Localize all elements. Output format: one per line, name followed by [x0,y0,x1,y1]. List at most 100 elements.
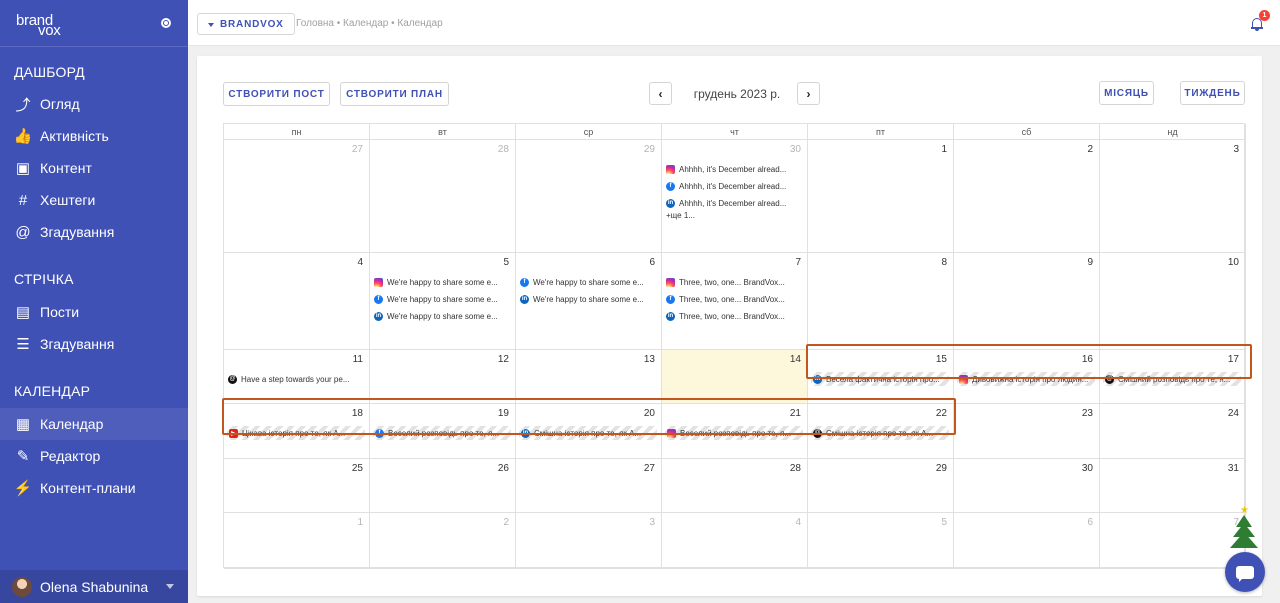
calendar-day-cell[interactable]: 23 [954,404,1100,459]
calendar-day-cell[interactable]: 30 [954,459,1100,513]
brand-selector-button[interactable]: BRANDVOX [197,13,295,35]
calendar-day-cell[interactable]: 27 [224,140,370,253]
linkedin-icon: in [666,311,675,321]
day-number: 5 [503,257,509,268]
next-month-button[interactable]: › [797,82,820,105]
sidebar-item[interactable]: ▤ Пости [0,296,188,328]
editor-icon: ✎ [16,448,30,465]
calendar-post[interactable]: in We're happy to share some e... [520,292,658,306]
sidebar-item[interactable]: @ Згадування [0,216,188,248]
calendar-day-cell[interactable]: 7 Three, two, one... BrandVox... f Three, t… [662,253,808,350]
calendar-day-cell[interactable]: 3 [1100,140,1246,253]
post-preview-text: Цікава історія про те, як А... [242,428,346,438]
calendar-day-cell[interactable]: 17 @ Смішний розповідь про те, я... [1100,350,1246,404]
calendar-day-cell[interactable]: 25 [224,459,370,513]
calendar-post[interactable]: in Three, two, one... BrandVox... [666,309,804,323]
calendar-day-cell[interactable]: 4 [662,513,808,569]
calendar-day-cell[interactable]: 12 [370,350,516,404]
thumb-up-icon: 👍 [13,128,33,145]
calendar-post[interactable]: in Смішна історія про те, як А... [519,426,657,440]
post-preview-text: Веселий розповідь про те, я... [680,428,792,438]
sidebar-item-label: Пости [40,304,80,320]
calendar-day-cell[interactable]: 19 f Веселий розповідь про те, я... [370,404,516,459]
calendar-day-cell[interactable]: 16 Дивовижна історія про людин... [954,350,1100,404]
month-view-button[interactable]: МІСЯЦЬ [1099,81,1154,105]
calendar-day-cell[interactable]: 27 [516,459,662,513]
calendar-day-cell[interactable]: 15 in Весела фактична історія про... [808,350,954,404]
calendar-day-cell[interactable]: 5 [808,513,954,569]
sidebar-item[interactable]: 👍 Активність [0,120,188,152]
calendar-day-cell[interactable]: 4 [224,253,370,350]
calendar-day-cell[interactable]: 1 [808,140,954,253]
calendar-day-cell[interactable]: 28 [370,140,516,253]
calendar-post[interactable]: f Ahhhh, it's December alread... [666,179,804,193]
calendar-day-cell[interactable]: 21 Веселий розповідь про те, я... [662,404,808,459]
more-posts-link[interactable]: +ще 1... [666,211,695,220]
calendar-day-cell[interactable]: 5 We're happy to share some e... f We're ha… [370,253,516,350]
calendar-day-cell[interactable]: 22 @ Смішна історія про те, як А... [808,404,954,459]
sidebar-item[interactable]: ☰ Згадування [0,328,188,360]
calendar-post[interactable]: Веселий розповідь про те, я... [665,426,803,440]
calendar-post[interactable]: in Весела фактична історія про... [811,372,949,386]
sidebar-item[interactable]: ⚡ Контент-плани [0,472,188,504]
calendar-day-cell[interactable]: 18 ▶ Цікава історія про те, як А... [224,404,370,459]
document-icon: ▤ [15,304,31,321]
pin-sidebar-icon[interactable] [161,18,171,28]
calendar-post[interactable]: in Ahhhh, it's December alread... [666,196,804,210]
calendar-post[interactable]: We're happy to share some e... [374,275,512,289]
calendar-post[interactable]: f We're happy to share some e... [520,275,658,289]
calendar-day-cell[interactable]: 10 [1100,253,1246,350]
sidebar-item[interactable]: # Хештеги [0,184,188,216]
calendar-post[interactable]: Ahhhh, it's December alread... [666,162,804,176]
day-number: 17 [1227,354,1239,365]
sidebar-item[interactable]: ▣ Контент [0,152,188,184]
day-number: 27 [351,144,363,155]
calendar-day-cell[interactable]: 1 [224,513,370,569]
calendar-day-cell[interactable]: 29 [516,140,662,253]
create-post-button[interactable]: СТВОРИТИ ПОСТ [223,82,330,106]
user-menu[interactable]: Olena Shabunina [0,570,188,603]
day-number: 3 [649,517,655,528]
calendar-post[interactable]: f We're happy to share some e... [374,292,512,306]
calendar-day-cell[interactable]: 2 [370,513,516,569]
calendar-day-cell[interactable]: 11 @ Have a step towards your pe... [224,350,370,404]
create-plan-button[interactable]: СТВОРИТИ ПЛАН [340,82,449,106]
calendar-post[interactable]: in We're happy to share some e... [374,309,512,323]
calendar-day-cell[interactable]: 13 [516,350,662,404]
calendar-post[interactable]: Дивовижна історія про людин... [957,372,1095,386]
calendar-day-cell[interactable]: 31 [1100,459,1246,513]
calendar-day-cell[interactable]: 26 [370,459,516,513]
calendar-day-cell[interactable]: 6 [954,513,1100,569]
calendar-day-cell[interactable]: 28 [662,459,808,513]
at-icon: @ [15,223,31,241]
calendar-post[interactable]: @ Have a step towards your pe... [228,372,366,386]
calendar-day-cell[interactable]: 2 [954,140,1100,253]
avatar [12,576,32,597]
calendar-post[interactable]: f Three, two, one... BrandVox... [666,292,804,306]
week-view-button[interactable]: ТИЖДЕНЬ [1180,81,1245,105]
post-preview-text: Ahhhh, it's December alread... [679,198,787,208]
calendar-day-cell[interactable]: 14 [662,350,808,404]
facebook-icon: f [666,181,675,191]
calendar-post[interactable]: ▶ Цікава історія про те, як А... [227,426,365,440]
calendar-day-cell[interactable]: 30 Ahhhh, it's December alread... f Ahhhh, … [662,140,808,253]
sidebar-item[interactable]: ✎ Редактор [0,440,188,472]
calendar-day-cell[interactable]: 3 [516,513,662,569]
calendar-day-cell[interactable]: 6 f We're happy to share some e... in We're … [516,253,662,350]
sidebar-item[interactable]: ▦ Календар [0,408,188,440]
calendar-day-cell[interactable]: 9 [954,253,1100,350]
calendar-post[interactable]: @ Смішний розповідь про те, я... [1103,372,1241,386]
calendar-post[interactable]: f Веселий розповідь про те, я... [373,426,511,440]
calendar-day-cell[interactable]: 7 [1100,513,1246,569]
calendar-post[interactable]: @ Смішна історія про те, як А... [811,426,949,440]
calendar-day-cell[interactable]: 20 in Смішна історія про те, як А... [516,404,662,459]
post-preview-text: Have a step towards your pe... [241,374,350,384]
prev-month-button[interactable]: ‹ [649,82,672,105]
calendar-day-cell[interactable]: 8 [808,253,954,350]
chat-support-button[interactable] [1225,552,1265,592]
calendar-day-cell[interactable]: 24 [1100,404,1246,459]
sidebar-item[interactable]: ⤴ Огляд [0,88,188,120]
brandvox-logo[interactable]: brand vox [16,12,76,39]
calendar-post[interactable]: Three, two, one... BrandVox... [666,275,804,289]
calendar-day-cell[interactable]: 29 [808,459,954,513]
